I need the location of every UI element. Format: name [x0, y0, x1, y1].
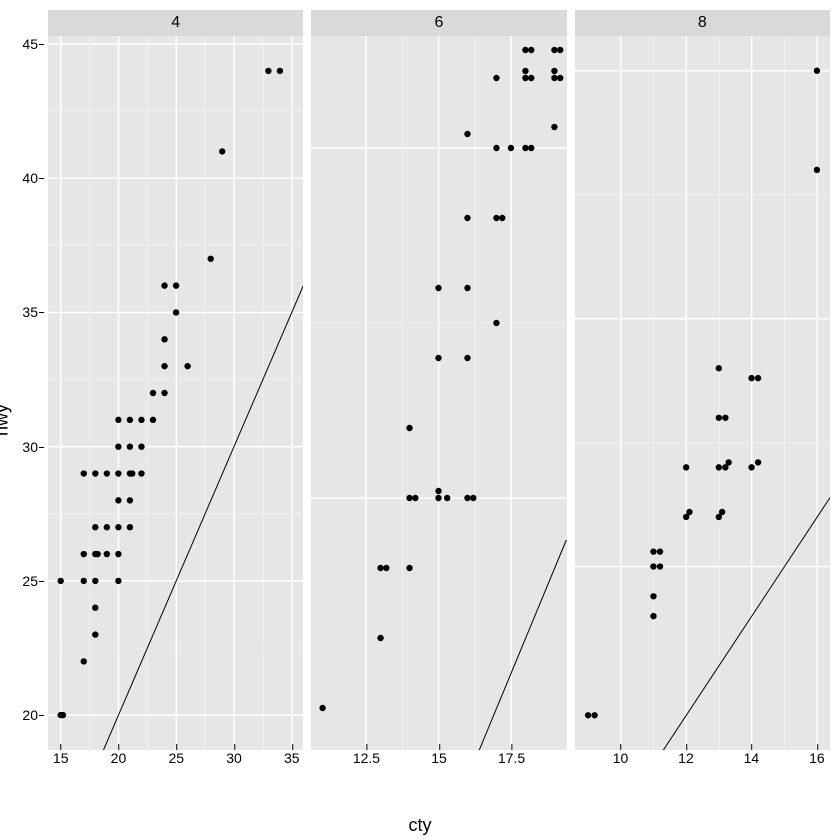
plot-area — [48, 36, 303, 750]
plot-area: 152025 — [575, 36, 830, 750]
y-axis-ticks: 202530354045 — [0, 36, 44, 750]
facet-panel: 815202510121416 — [575, 10, 830, 784]
x-axis-label: cty — [408, 815, 431, 836]
facet-strip-label: 8 — [575, 10, 830, 36]
plot-area: 2025 — [311, 36, 566, 750]
facet-strip-label: 4 — [48, 10, 303, 36]
x-axis-ticks: 1520253035 — [48, 750, 303, 784]
faceted-scatter-chart: hwy cty 202530354045 415202530356202512.… — [0, 0, 840, 840]
facet-strip-label: 6 — [311, 10, 566, 36]
x-axis-ticks: 10121416 — [575, 750, 830, 784]
facet-panel: 4 1520253035 — [48, 10, 303, 784]
x-axis-ticks: 12.51517.5 — [311, 750, 566, 784]
facet-panel: 6202512.51517.5 — [311, 10, 566, 784]
facet-panels: 415202530356202512.51517.581520251012141… — [48, 10, 830, 784]
